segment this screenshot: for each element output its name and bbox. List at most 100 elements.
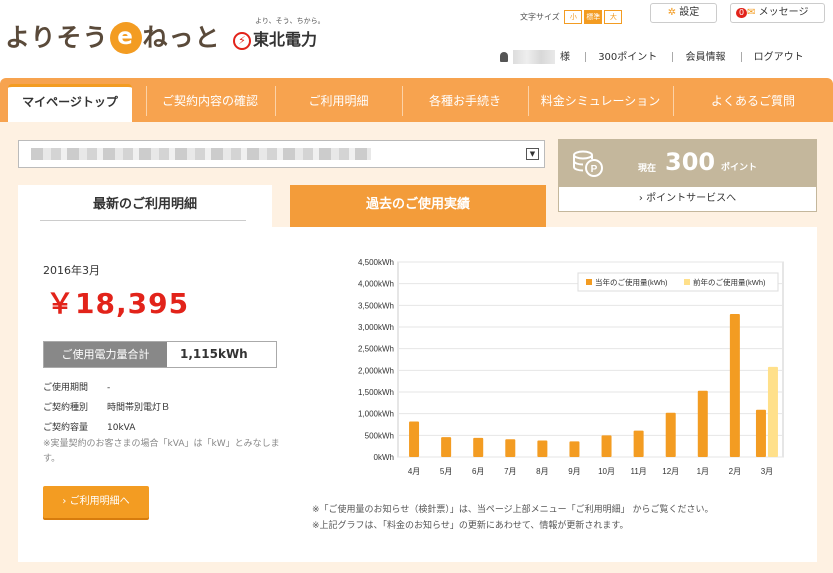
period-label: ご使用期間: [43, 383, 89, 393]
contract-select[interactable]: ▼: [18, 140, 545, 168]
chevron-down-icon[interactable]: ▼: [526, 148, 539, 160]
legend-swatch-current: [586, 279, 592, 285]
capacity-value: 10kVA: [107, 423, 136, 433]
logo-e-icon: e: [109, 22, 142, 54]
y-tick-label: 0kWh: [374, 453, 394, 462]
divider: [672, 52, 674, 62]
footnote-2: ※上記グラフは、「料金のお知らせ」の更新にあわせて、情報が更新されます。: [312, 521, 629, 531]
settings-button[interactable]: ✲ 設定: [650, 3, 717, 23]
brand-slogan: より、そう、ちから。: [255, 17, 325, 25]
tab-faq[interactable]: よくあるご質問: [673, 84, 833, 122]
points-unit: ポイント: [721, 163, 758, 173]
font-size-label: 文字サイズ: [520, 12, 560, 22]
user-suffix: 様: [560, 52, 570, 63]
tab-simulation[interactable]: 料金シミュレーション: [528, 84, 673, 122]
logo-text-after: ねっと: [142, 23, 221, 52]
bar-current-year: [633, 430, 644, 457]
envelope-icon: ✉: [747, 7, 756, 18]
bar-current-year: [601, 435, 612, 457]
logout-link[interactable]: ログアウト: [754, 52, 804, 63]
bar-current-year: [569, 441, 580, 457]
usage-chart: 0kWh 500kWh 1,000kWh 1,500kWh 2,000kWh 2,500k…: [358, 258, 784, 476]
period-row: ご使用期間 -: [43, 380, 110, 393]
y-tick-label: 3,500kWh: [358, 301, 394, 310]
x-tick-label: 12月: [662, 467, 679, 476]
divider: [740, 52, 742, 62]
x-tick-label: 5月: [440, 467, 452, 476]
legend-label-previous: 前年のご使用量(kWh): [693, 277, 766, 287]
user-bar: 様 300ポイント 会員情報 ログアウト: [500, 48, 804, 64]
divider: [585, 52, 587, 62]
capacity-row: ご契約容量 10kVA: [43, 420, 135, 433]
x-tick-label: 1月: [697, 467, 709, 476]
points-link[interactable]: 300ポイント: [598, 52, 657, 63]
y-tick-label: 4,000kWh: [358, 280, 394, 289]
bar-current-year: [441, 437, 452, 457]
contract-type-label: ご契約種別: [43, 403, 89, 413]
gear-icon: ✲: [667, 7, 677, 18]
usage-details-button[interactable]: › ご利用明細へ: [43, 486, 149, 518]
tab-past-usage[interactable]: 過去のご使用実績: [290, 185, 546, 227]
user-name-masked: [513, 50, 555, 64]
tab-latest-bill[interactable]: 最新のご利用明細: [18, 185, 272, 227]
point-service-link[interactable]: › ポイントサービスへ: [559, 187, 816, 211]
x-tick-label: 9月: [568, 467, 580, 476]
bar-current-year: [409, 421, 420, 457]
usage-total-label: ご使用電力量合計: [44, 342, 167, 367]
main-content: ▼ P 現在 300 ポイント › ポイントサービスへ 最新のご利用明細 過去の…: [0, 122, 833, 573]
bar-current-year: [697, 390, 708, 457]
font-size-switcher: 文字サイズ 小標準大: [520, 10, 623, 24]
points-panel: P 現在 300 ポイント › ポイントサービスへ: [558, 139, 817, 212]
brand-logo: ⚡ 東北電力 より、そう、ちから。: [233, 17, 325, 50]
contract-type-row: ご契約種別 時間帯別電灯Ｂ: [43, 400, 170, 413]
y-tick-label: 500kWh: [365, 431, 394, 440]
bar-current-year: [729, 314, 740, 457]
divider: [40, 220, 246, 221]
bar-current-year: [665, 412, 676, 457]
tab-contract[interactable]: ご契約内容の確認: [146, 84, 274, 122]
bar-current-year: [537, 440, 548, 457]
tab-usage-details[interactable]: ご利用明細: [275, 84, 402, 122]
points-now-label: 現在: [638, 164, 657, 174]
font-size-large[interactable]: 大: [604, 10, 623, 24]
y-tick-label: 1,000kWh: [358, 410, 394, 419]
tab-latest-bill-label: 最新のご利用明細: [92, 197, 197, 212]
tab-mypage-top[interactable]: マイページトップ: [8, 84, 132, 122]
usage-total-value: 1,115kWh: [180, 347, 248, 361]
capacity-note: ※実量契約のお客さまの場合「kVA」は「kW」とみなします。: [43, 439, 280, 464]
font-size-standard[interactable]: 標準: [584, 10, 603, 24]
x-tick-label: 4月: [408, 467, 420, 476]
x-tick-label: 10月: [598, 467, 615, 476]
x-tick-label: 11月: [630, 467, 646, 476]
site-logo[interactable]: よりそう e ねっと: [5, 18, 221, 54]
coins-icon: P: [572, 149, 604, 177]
bill-card: 2016年3月 ￥18,395 ご使用電力量合計 1,115kWh ご使用期間 -…: [18, 227, 817, 562]
settings-label: 設定: [679, 7, 700, 18]
brand-name: 東北電力: [253, 30, 318, 49]
y-tick-label: 3,000kWh: [358, 323, 394, 332]
bar-previous-year: [767, 366, 778, 457]
point-service-label: ポイントサービスへ: [646, 193, 737, 204]
member-info-link[interactable]: 会員情報: [685, 52, 725, 63]
x-tick-label: 8月: [536, 467, 548, 476]
capacity-label: ご契約容量: [43, 423, 89, 433]
y-tick-label: 2,500kWh: [358, 345, 394, 354]
x-tick-label: 6月: [472, 467, 484, 476]
bar-current-year: [755, 409, 766, 457]
footnote-1: ※「ご使用量のお知らせ（検針票）」は、当ページ上部メニュー「ご利用明細」 からご…: [312, 505, 714, 515]
tab-procedures[interactable]: 各種お手続き: [402, 84, 528, 122]
legend-swatch-previous: [684, 279, 690, 285]
y-tick-label: 4,500kWh: [358, 258, 394, 267]
font-size-small[interactable]: 小: [564, 10, 583, 24]
svg-text:P: P: [591, 164, 598, 175]
user-icon: [500, 52, 508, 62]
points-value: 300: [665, 148, 716, 176]
logo-text-before: よりそう: [5, 23, 109, 52]
messages-button[interactable]: 0 ✉ メッセージ: [730, 3, 825, 23]
contract-type-value: 時間帯別電灯Ｂ: [107, 403, 171, 413]
bill-month: 2016年3月: [43, 264, 100, 277]
message-count-badge: 0: [736, 8, 748, 18]
contract-select-value-masked: [31, 148, 371, 160]
y-tick-label: 2,000kWh: [358, 366, 394, 375]
main-nav: マイページトップ ご契約内容の確認 ご利用明細 各種お手続き 料金シミュレーショ…: [0, 78, 833, 122]
